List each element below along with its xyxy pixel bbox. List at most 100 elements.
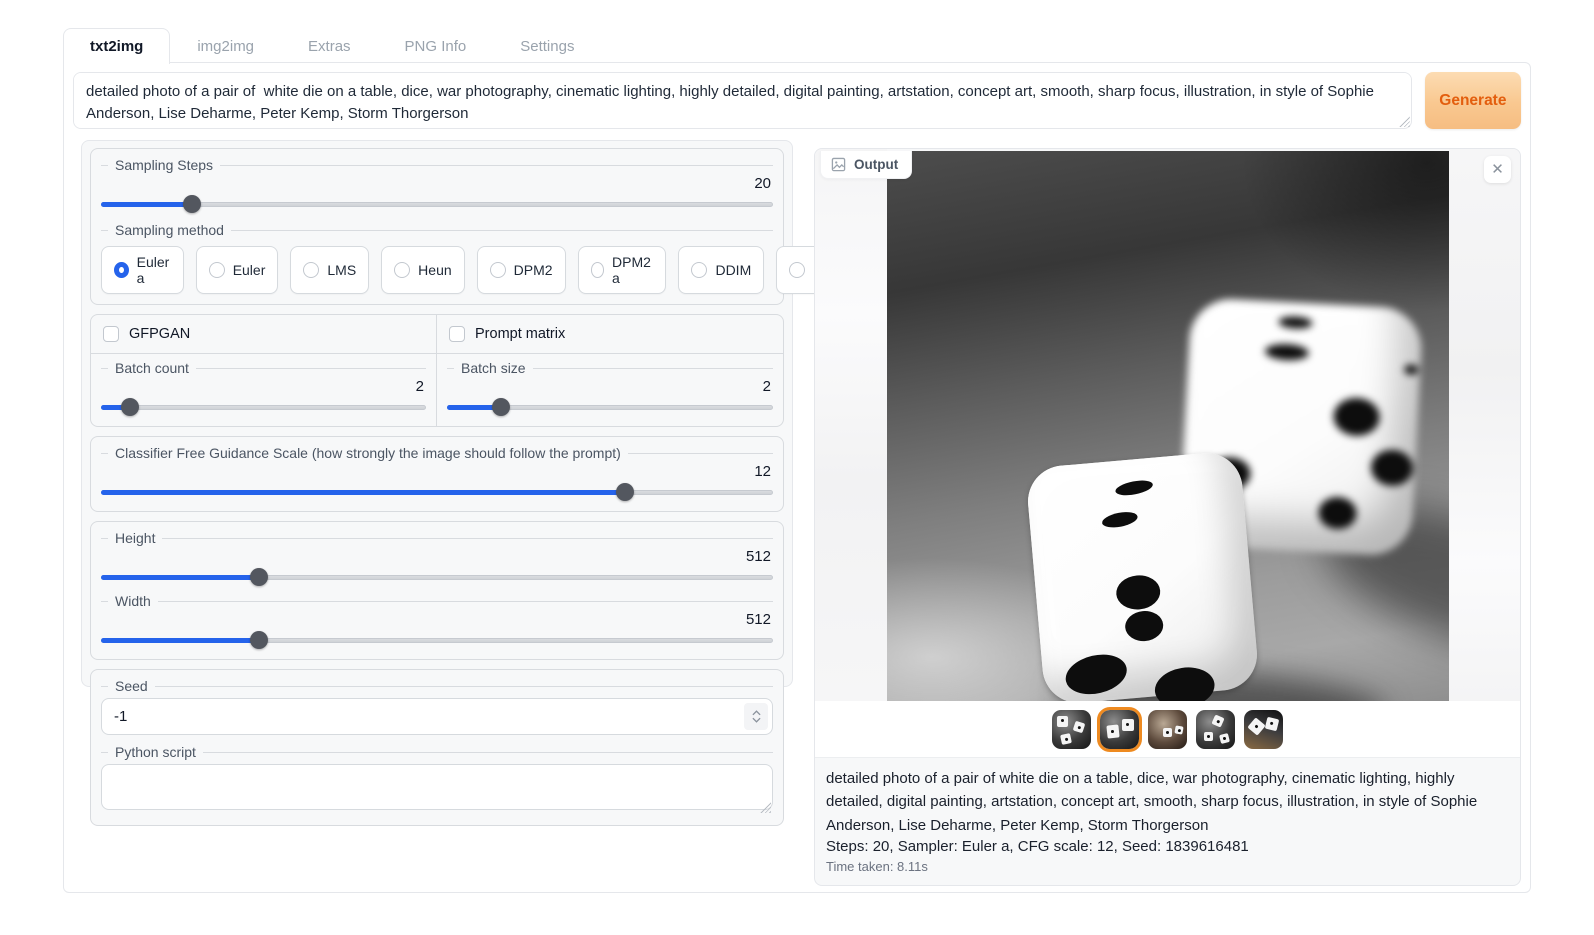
output-time-taken: Time taken: 8.11s [815,855,1520,874]
tab-settings[interactable]: Settings [493,28,601,64]
height-value: 512 [101,547,773,567]
radio-dpm2[interactable]: DPM2 [477,246,566,294]
die-pip [1123,609,1163,642]
seed-input[interactable] [101,698,773,735]
cfg-value: 12 [101,462,773,482]
radio-dot-icon [209,262,225,278]
tab-png-info[interactable]: PNG Info [378,28,494,64]
image-letterbox-right [1449,149,1521,701]
radio-dot-icon [591,262,604,278]
chevron-up-icon[interactable] [752,710,761,716]
tab-img2img[interactable]: img2img [170,28,281,64]
main-container: detailed photo of a pair of white die on… [63,62,1531,893]
batch-size-slider[interactable] [447,398,773,416]
batch-size-label: Batch size [447,359,773,377]
radio-ddim[interactable]: DDIM [678,246,764,294]
die-pip [1332,397,1380,437]
height-slider[interactable] [101,568,773,586]
tab-extras[interactable]: Extras [281,28,378,64]
radio-euler-a[interactable]: Euler a [101,246,184,294]
prompt-matrix-checkbox[interactable]: Prompt matrix [437,315,783,353]
python-script-input[interactable] [101,764,773,810]
prompt-input[interactable]: detailed photo of a pair of white die on… [73,72,1412,129]
thumbnail-5[interactable] [1244,710,1283,749]
output-tab: Output [820,151,912,179]
generate-button[interactable]: Generate [1425,72,1521,129]
dimensions-group: Height 512 Width 512 [90,521,784,660]
sampling-group: Sampling Steps 20 Sampling method Euler … [90,148,784,305]
width-slider[interactable] [101,631,773,649]
radio-dot-icon [490,262,506,278]
die-pip [1100,509,1138,530]
batch-size-value: 2 [447,377,773,397]
seed-label: Seed [101,677,773,695]
prompt-row: detailed photo of a pair of white die on… [73,72,1521,129]
tab-txt2img[interactable]: txt2img [63,28,170,64]
tab-bar: txt2img img2img Extras PNG Info Settings [63,28,601,64]
thumbnail-2-selected[interactable] [1100,710,1139,749]
width-value: 512 [101,610,773,630]
image-icon [831,157,846,172]
die-pip [1114,478,1154,498]
height-label: Height [101,529,773,547]
thumbnail-3[interactable] [1148,710,1187,749]
slider-knob[interactable] [250,568,268,586]
prompt-matrix-label: Prompt matrix [475,326,565,342]
settings-panel: Sampling Steps 20 Sampling method Euler … [81,140,793,687]
cfg-label: Classifier Free Guidance Scale (how stro… [101,444,773,462]
gfpgan-checkbox[interactable]: GFPGAN [91,315,437,353]
slider-knob[interactable] [616,483,634,501]
slider-knob[interactable] [492,398,510,416]
slider-knob[interactable] [183,195,201,213]
radio-dot-icon [303,262,319,278]
radio-dot-icon [394,262,410,278]
python-script-label: Python script [101,743,773,761]
thumbnail-1[interactable] [1052,710,1091,749]
sampling-method-options: Euler a Euler LMS Heun DPM2 DPM2 a DDIM … [101,246,773,294]
image-letterbox-left [815,149,887,701]
batch-count-slider[interactable] [101,398,426,416]
batch-count-value: 2 [101,377,426,397]
die-left [1025,450,1260,701]
generated-image[interactable] [887,151,1449,701]
output-panel: Output ✕ [814,148,1521,886]
seed-script-group: Seed Python script [90,669,784,826]
radio-dpm2-a[interactable]: DPM2 a [578,246,667,294]
die-pip [1264,343,1309,361]
batch-size-block: Batch size 2 [437,353,783,426]
slider-knob[interactable] [121,398,139,416]
sampling-method-label: Sampling method [101,221,773,239]
radio-lms[interactable]: LMS [290,246,369,294]
checkbox-icon[interactable] [449,326,465,342]
chevron-down-icon[interactable] [752,717,761,723]
radio-dot-icon [789,262,805,278]
thumbnail-4[interactable] [1196,710,1235,749]
output-caption: detailed photo of a pair of white die on… [815,758,1520,837]
die-pip [1278,316,1313,330]
batch-count-label: Batch count [101,359,426,377]
sampling-steps-label: Sampling Steps [101,156,773,174]
radio-euler[interactable]: Euler [196,246,279,294]
number-spinner[interactable] [744,703,768,730]
sampling-steps-slider[interactable] [101,195,773,213]
radio-dot-icon [691,262,707,278]
image-viewer: Output ✕ [815,149,1520,701]
die-pip [1370,449,1414,487]
output-tab-label: Output [854,157,898,172]
checkbox-icon[interactable] [103,326,119,342]
gfpgan-label: GFPGAN [129,326,190,342]
cfg-slider[interactable] [101,483,773,501]
radio-heun[interactable]: Heun [381,246,464,294]
cfg-group: Classifier Free Guidance Scale (how stro… [90,436,784,512]
radio-dot-icon [114,262,129,278]
batch-count-block: Batch count 2 [91,353,437,426]
options-batch-group: GFPGAN Prompt matrix Batch count 2 Batch… [90,314,784,427]
die-pip [1061,649,1130,700]
die-pip [1114,574,1161,612]
die-pip [1317,496,1357,530]
die-pip [1403,364,1418,375]
thumbnail-gallery [815,701,1520,758]
close-icon[interactable]: ✕ [1484,156,1511,183]
slider-knob[interactable] [250,631,268,649]
die-pip [1151,663,1217,701]
